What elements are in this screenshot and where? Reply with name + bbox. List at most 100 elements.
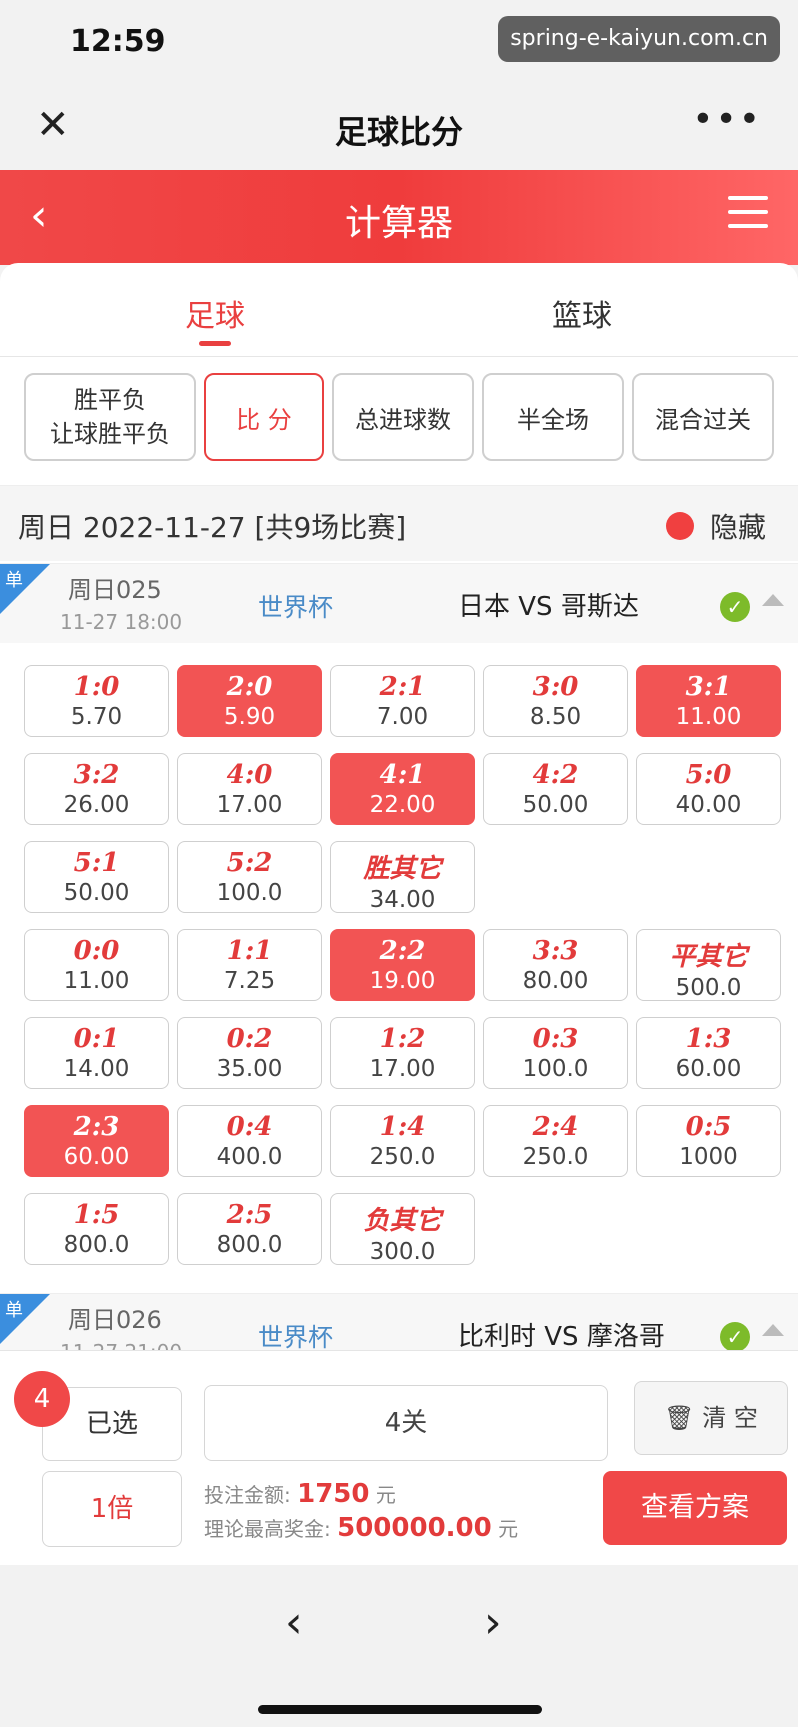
odds-value: 26.00 bbox=[63, 792, 130, 818]
odds-value: 11.00 bbox=[63, 968, 130, 994]
single-badge-label: 单 bbox=[5, 570, 23, 591]
collapse-arrow-icon[interactable] bbox=[762, 1324, 784, 1336]
match-time: 11-27 18:00 bbox=[60, 610, 183, 634]
view-plan-button[interactable]: 查看方案 bbox=[603, 1471, 787, 1545]
score-option[interactable]: 胜其它 34.00 bbox=[330, 841, 475, 913]
multiple-selector[interactable]: 1倍 bbox=[42, 1471, 182, 1547]
score-option[interactable]: 1:4 250.0 bbox=[330, 1105, 475, 1177]
score-option[interactable]: 1:3 60.00 bbox=[636, 1017, 781, 1089]
odds-value: 8.50 bbox=[529, 704, 582, 730]
odds-value: 7.25 bbox=[223, 968, 276, 994]
calculator-header: ‹ 计算器 bbox=[0, 170, 798, 265]
odds-value: 50.00 bbox=[522, 792, 589, 818]
score-option[interactable]: 0:4 400.0 bbox=[177, 1105, 322, 1177]
pass-type-selector[interactable]: 4关 bbox=[204, 1385, 608, 1461]
more-icon[interactable]: ••• bbox=[692, 99, 762, 140]
type-total-goals[interactable]: 总进球数 bbox=[332, 373, 474, 461]
top-nav: ✕ 足球比分 ••• bbox=[0, 85, 798, 170]
score-label: 2:0 bbox=[226, 672, 273, 702]
score-label: 1:0 bbox=[73, 672, 120, 702]
score-option[interactable]: 2:2 19.00 bbox=[330, 929, 475, 1001]
odds-value: 100.0 bbox=[522, 1056, 589, 1082]
score-option[interactable]: 4:0 17.00 bbox=[177, 753, 322, 825]
score-option[interactable]: 平其它 500.0 bbox=[636, 929, 781, 1001]
type-score[interactable]: 比 分 bbox=[204, 373, 324, 461]
score-option[interactable]: 3:3 80.00 bbox=[483, 929, 628, 1001]
score-label: 0:0 bbox=[73, 936, 120, 966]
sport-tabs: 足球 篮球 bbox=[0, 263, 798, 357]
tab-football[interactable]: 足球 bbox=[115, 291, 315, 346]
score-label: 5:1 bbox=[73, 848, 120, 878]
tab-basketball[interactable]: 篮球 bbox=[482, 291, 682, 335]
match-header[interactable]: 单 周日025 11-27 18:00 世界杯 日本 VS 哥斯达 ✓ bbox=[0, 563, 798, 643]
match-teams: 日本 VS 哥斯达 bbox=[458, 592, 639, 622]
browser-back-icon[interactable]: ‹ bbox=[285, 1597, 303, 1648]
score-option[interactable]: 负其它 300.0 bbox=[330, 1193, 475, 1265]
play-type-row: 胜平负 让球胜平负 比 分 总进球数 半全场 混合过关 bbox=[24, 373, 774, 463]
single-badge-label: 单 bbox=[5, 1300, 23, 1321]
score-option[interactable]: 0:0 11.00 bbox=[24, 929, 169, 1001]
score-option[interactable]: 1:1 7.25 bbox=[177, 929, 322, 1001]
score-option[interactable]: 4:2 50.00 bbox=[483, 753, 628, 825]
score-option[interactable]: 1:0 5.70 bbox=[24, 665, 169, 737]
odds-value: 14.00 bbox=[63, 1056, 130, 1082]
page-title: 足球比分 bbox=[334, 113, 463, 151]
score-option[interactable]: 2:4 250.0 bbox=[483, 1105, 628, 1177]
score-option[interactable]: 5:0 40.00 bbox=[636, 753, 781, 825]
score-label: 4:2 bbox=[532, 760, 579, 790]
score-option[interactable]: 0:5 1000 bbox=[636, 1105, 781, 1177]
browser-forward-icon[interactable]: › bbox=[484, 1597, 502, 1648]
score-label: 0:4 bbox=[226, 1112, 273, 1142]
odds-value: 400.0 bbox=[216, 1144, 283, 1170]
type-mixed-parlay[interactable]: 混合过关 bbox=[632, 373, 774, 461]
score-label: 1:4 bbox=[379, 1112, 426, 1142]
score-option[interactable]: 3:1 11.00 bbox=[636, 665, 781, 737]
score-label: 2:5 bbox=[226, 1200, 273, 1230]
score-option[interactable]: 2:5 800.0 bbox=[177, 1193, 322, 1265]
score-option[interactable]: 2:0 5.90 bbox=[177, 665, 322, 737]
score-option[interactable]: 5:2 100.0 bbox=[177, 841, 322, 913]
collapse-arrow-icon[interactable] bbox=[762, 594, 784, 606]
score-label: 0:1 bbox=[73, 1024, 120, 1054]
match-league: 世界杯 bbox=[258, 1323, 334, 1352]
clock: 12:59 bbox=[70, 24, 166, 59]
odds-value: 100.0 bbox=[216, 880, 283, 906]
score-option[interactable]: 4:1 22.00 bbox=[330, 753, 475, 825]
selected-count-badge: 4 bbox=[14, 1371, 70, 1427]
list-menu-icon[interactable] bbox=[728, 196, 768, 232]
score-option[interactable]: 0:1 14.00 bbox=[24, 1017, 169, 1089]
home-indicator[interactable] bbox=[258, 1705, 542, 1714]
score-label: 3:2 bbox=[73, 760, 120, 790]
score-label: 1:1 bbox=[226, 936, 273, 966]
score-option[interactable]: 3:2 26.00 bbox=[24, 753, 169, 825]
score-label: 0:5 bbox=[685, 1112, 732, 1142]
score-label: 3:0 bbox=[532, 672, 579, 702]
type-half-full[interactable]: 半全场 bbox=[482, 373, 624, 461]
score-option[interactable]: 0:2 35.00 bbox=[177, 1017, 322, 1089]
score-label: 1:2 bbox=[379, 1024, 426, 1054]
score-label: 胜其它 bbox=[363, 854, 442, 884]
check-icon[interactable]: ✓ bbox=[720, 592, 750, 622]
score-option[interactable]: 3:0 8.50 bbox=[483, 665, 628, 737]
match-code: 周日025 bbox=[68, 576, 162, 604]
score-label: 2:2 bbox=[379, 936, 426, 966]
odds-value: 5.90 bbox=[223, 704, 276, 730]
odds-value: 300.0 bbox=[369, 1239, 436, 1265]
score-option[interactable]: 1:5 800.0 bbox=[24, 1193, 169, 1265]
type-win-draw-lose[interactable]: 胜平负 让球胜平负 bbox=[24, 373, 196, 461]
score-option[interactable]: 2:1 7.00 bbox=[330, 665, 475, 737]
score-option[interactable]: 0:3 100.0 bbox=[483, 1017, 628, 1089]
odds-value: 7.00 bbox=[376, 704, 429, 730]
check-icon[interactable]: ✓ bbox=[720, 1322, 750, 1352]
odds-value: 250.0 bbox=[369, 1144, 436, 1170]
hide-button[interactable]: 隐藏 bbox=[710, 506, 766, 546]
score-option[interactable]: 5:1 50.00 bbox=[24, 841, 169, 913]
score-option[interactable]: 1:2 17.00 bbox=[330, 1017, 475, 1089]
odds-value: 1000 bbox=[679, 1144, 738, 1170]
score-option[interactable]: 2:3 60.00 bbox=[24, 1105, 169, 1177]
odds-value: 500.0 bbox=[675, 975, 742, 1001]
odds-value: 800.0 bbox=[63, 1232, 130, 1258]
odds-value: 19.00 bbox=[369, 968, 436, 994]
clear-button[interactable]: 🗑 清 空 bbox=[634, 1381, 788, 1455]
hide-toggle-dot[interactable] bbox=[666, 512, 694, 540]
